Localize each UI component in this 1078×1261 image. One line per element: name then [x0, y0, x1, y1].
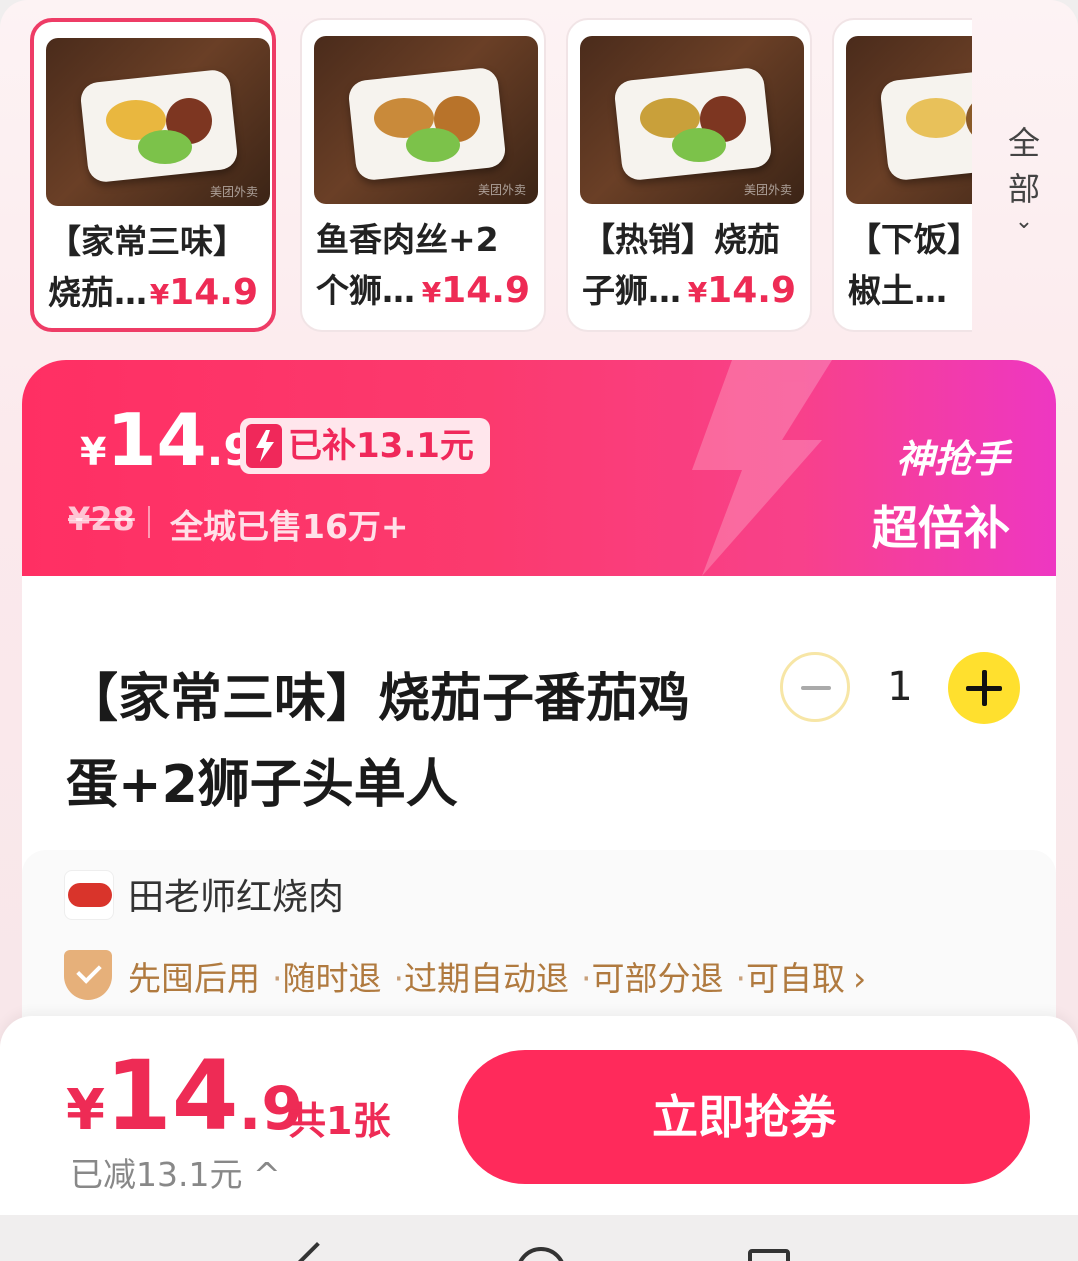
checkout-bar: ¥14.9 共1张 已减13.1元 ^ 立即抢券	[0, 1016, 1078, 1215]
lightning-icon	[246, 424, 282, 468]
product-name-line1: 【热销】烧茄	[582, 220, 780, 259]
brand-slogan: 神抢手	[895, 437, 1010, 481]
watermark-text: 美团外卖	[477, 183, 526, 197]
product-price: ¥14.9	[421, 270, 530, 311]
product-card[interactable]: 美团外卖 【家常三味】 烧茄… ¥14.9	[30, 18, 276, 332]
total-price: ¥14.9	[66, 1040, 304, 1152]
guarantee-item: 随时退	[282, 959, 382, 998]
decrease-quantity-button[interactable]	[780, 652, 850, 722]
buy-now-button[interactable]: 立即抢券	[458, 1050, 1030, 1184]
chevron-down-icon: ⌄	[1014, 209, 1034, 234]
guarantee-item: 可自取	[746, 959, 845, 998]
separator: ·	[393, 959, 405, 998]
product-price: ¥14.9	[149, 272, 258, 313]
product-card[interactable]: 【下饭】 椒土… ¥	[832, 18, 972, 332]
sold-count: 全城已售16万+	[170, 507, 409, 546]
back-icon[interactable]	[292, 1241, 342, 1261]
product-name-line2: 烧茄…	[48, 273, 147, 312]
product-image: 美团外卖	[314, 36, 538, 204]
product-name-line1: 【家常三味】	[48, 222, 246, 261]
deal-title: 【家常三味】烧茄子番茄鸡蛋+2狮子头单人	[66, 669, 691, 815]
voucher-count: 共1张	[288, 1099, 391, 1143]
guarantee-item: 先囤后用	[128, 959, 260, 998]
product-name-line2: 子狮…	[582, 271, 681, 310]
increase-quantity-button[interactable]	[948, 652, 1020, 724]
brand-slogan-main: 超倍补	[872, 501, 1010, 555]
recents-icon[interactable]	[748, 1249, 790, 1261]
subsidy-text: 已补13.1元	[288, 426, 474, 466]
separator: ·	[581, 959, 592, 998]
home-icon[interactable]	[516, 1247, 566, 1261]
view-all-button[interactable]: 全 部 ⌄	[1002, 120, 1046, 234]
shop-name[interactable]: 田老师红烧肉	[128, 868, 344, 920]
product-image: 美团外卖	[580, 36, 804, 204]
shield-check-icon	[64, 950, 112, 1000]
view-all-label: 全	[1007, 124, 1040, 162]
lightning-icon	[692, 360, 832, 576]
quantity-value: 1	[887, 664, 913, 710]
guarantee-item: 可部分退	[591, 959, 724, 998]
product-name-line1: 【下饭】	[848, 220, 972, 259]
separator: ·	[272, 959, 283, 998]
savings-detail-toggle[interactable]: 已减13.1元 ^	[70, 1148, 281, 1196]
deal-price: ¥14.9	[80, 398, 254, 482]
chevron-right-icon: ›	[853, 959, 867, 998]
guarantee-item: 过期自动退	[404, 959, 569, 998]
original-price: ¥28	[68, 500, 135, 538]
product-card[interactable]: 美团外卖 鱼香肉丝+2 个狮… ¥14.9	[300, 18, 546, 332]
product-image: 美团外卖	[46, 38, 270, 206]
product-image	[846, 36, 972, 204]
subsidy-badge: 已补13.1元	[240, 418, 490, 474]
promo-banner: ¥14.9 已补13.1元 ¥28 全城已售16万+ 神抢手 超倍补	[22, 360, 1056, 576]
shop-logo	[64, 870, 114, 920]
watermark-text: 美团外卖	[743, 183, 792, 197]
product-name-line1: 鱼香肉丝+2	[316, 220, 499, 259]
product-name-line2: 个狮…	[316, 271, 415, 310]
deal-details: 【家常三味】烧茄子番茄鸡蛋+2狮子头单人 1 田老师红烧肉 先囤后用 ·随时退 ·过…	[22, 576, 1056, 1050]
product-card[interactable]: 美团外卖 【热销】烧茄 子狮… ¥14.9	[566, 18, 812, 332]
separator: ·	[735, 959, 747, 998]
view-all-label: 部	[1007, 170, 1040, 208]
product-name-line2: 椒土…	[848, 271, 947, 310]
product-strip[interactable]: 美团外卖 【家常三味】 烧茄… ¥14.9 美团外卖 鱼香肉丝+2 个狮… ¥1…	[30, 18, 972, 334]
system-nav-bar	[0, 1215, 1078, 1261]
watermark-text: 美团外卖	[209, 185, 258, 199]
deal-sheet: 美团外卖 【家常三味】 烧茄… ¥14.9 美团外卖 鱼香肉丝+2 个狮… ¥1…	[0, 0, 1078, 1215]
divider	[148, 506, 150, 538]
product-price: ¥14.9	[687, 270, 796, 311]
